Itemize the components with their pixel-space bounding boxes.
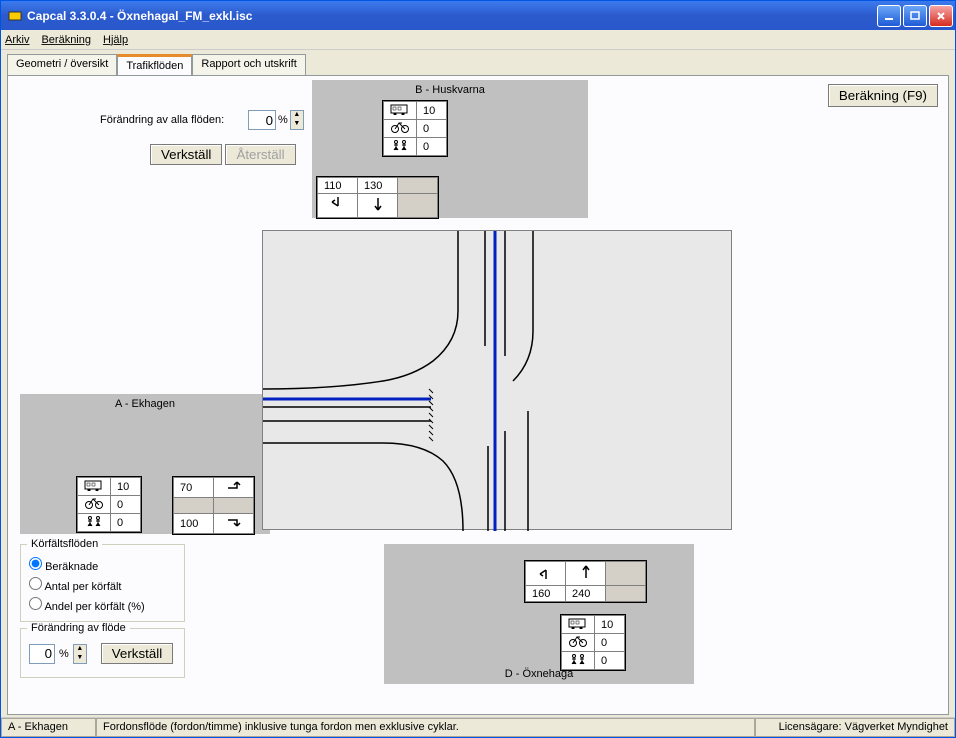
korfalt-group: Körfältsflöden Beräknade Antal per körfä… bbox=[20, 544, 185, 622]
pct-label: % bbox=[59, 648, 69, 660]
status-license: Licensägare: Vägverket Myndighet bbox=[755, 718, 955, 737]
radio-antal[interactable]: Antal per körfält bbox=[21, 575, 184, 595]
menu-hjalp[interactable]: Hjälp bbox=[103, 34, 128, 46]
straight-icon bbox=[566, 562, 606, 586]
flow-change-spinner[interactable]: ▲▼ bbox=[290, 110, 304, 130]
tab-panel: Beräkning (F9) Förändring av alla flöden… bbox=[7, 75, 949, 715]
window-title: Capcal 3.3.0.4 - Öxnehagal_FM_exkl.isc bbox=[27, 9, 877, 23]
bike-icon bbox=[384, 120, 417, 138]
forandring-verkstall[interactable]: Verkställ bbox=[101, 643, 173, 664]
approach-d-bus[interactable]: 10 bbox=[595, 616, 625, 634]
approach-b-title: B - Huskvarna bbox=[415, 84, 485, 96]
forandring-title: Förändring av flöde bbox=[27, 622, 130, 634]
approach-a-flow-table: 70 100 bbox=[172, 476, 255, 535]
approach-d-flow2[interactable]: 240 bbox=[566, 586, 606, 602]
approach-d-ped[interactable]: 0 bbox=[595, 652, 625, 670]
approach-b: B - Huskvarna 10 0 0 110130 bbox=[312, 80, 588, 218]
bike-icon bbox=[562, 634, 595, 652]
flow-change-label: Förändring av alla flöden: bbox=[100, 114, 224, 126]
close-button[interactable] bbox=[929, 5, 953, 27]
tab-trafikfloden[interactable]: Trafikflöden bbox=[117, 54, 192, 75]
approach-d-flow1[interactable]: 160 bbox=[526, 586, 566, 602]
ped-icon bbox=[384, 138, 417, 156]
approach-b-mode-table: 10 0 0 bbox=[382, 100, 448, 157]
pct-label: % bbox=[278, 114, 288, 126]
left-turn-icon bbox=[214, 478, 254, 498]
approach-a-mode-table: 10 0 0 bbox=[76, 476, 142, 533]
verkstall-button[interactable]: Verkställ bbox=[150, 144, 222, 165]
bus-icon bbox=[384, 102, 417, 120]
calc-button[interactable]: Beräkning (F9) bbox=[828, 84, 938, 107]
app-icon bbox=[7, 8, 23, 24]
approach-a-bike[interactable]: 0 bbox=[111, 496, 141, 514]
approach-b-bus[interactable]: 10 bbox=[417, 102, 447, 120]
radio-andel[interactable]: Andel per körfält (%) bbox=[21, 595, 184, 615]
ped-icon bbox=[562, 652, 595, 670]
right-turn-icon bbox=[214, 514, 254, 534]
bus-icon bbox=[562, 616, 595, 634]
maximize-button[interactable] bbox=[903, 5, 927, 27]
minimize-button[interactable] bbox=[877, 5, 901, 27]
straight-icon bbox=[358, 194, 398, 218]
bike-icon bbox=[78, 496, 111, 514]
menu-berakning[interactable]: Beräkning bbox=[41, 34, 91, 46]
approach-b-flow-table: 110130 bbox=[316, 176, 439, 219]
approach-d: D - Öxnehaga 160240 10 0 0 bbox=[384, 544, 694, 684]
approach-b-bike[interactable]: 0 bbox=[417, 120, 447, 138]
menubar: Arkiv Beräkning Hjälp bbox=[1, 30, 955, 50]
approach-a-title: A - Ekhagen bbox=[115, 398, 175, 410]
approach-a-flow2[interactable]: 100 bbox=[174, 514, 214, 534]
left-turn-icon bbox=[318, 194, 358, 218]
approach-b-flow2[interactable]: 130 bbox=[358, 178, 398, 194]
approach-d-mode-table: 10 0 0 bbox=[560, 614, 626, 671]
approach-a-ped[interactable]: 0 bbox=[111, 514, 141, 532]
approach-b-ped[interactable]: 0 bbox=[417, 138, 447, 156]
approach-a-bus[interactable]: 10 bbox=[111, 478, 141, 496]
forandring-group: Förändring av flöde % ▲▼ Verkställ bbox=[20, 628, 185, 678]
intersection-diagram bbox=[262, 230, 732, 530]
forandring-spinner[interactable]: ▲▼ bbox=[73, 644, 87, 664]
ped-icon bbox=[78, 514, 111, 532]
forandring-input[interactable] bbox=[29, 644, 55, 664]
tab-geometri[interactable]: Geometri / översikt bbox=[7, 54, 117, 75]
approach-a-flow1[interactable]: 70 bbox=[174, 478, 214, 498]
statusbar: A - Ekhagen Fordonsflöde (fordon/timme) … bbox=[1, 717, 955, 737]
approach-d-flow-table: 160240 bbox=[524, 560, 647, 603]
bus-icon bbox=[78, 478, 111, 496]
status-description: Fordonsflöde (fordon/timme) inklusive tu… bbox=[96, 718, 755, 737]
radio-beraknade[interactable]: Beräknade bbox=[21, 555, 184, 575]
approach-b-flow1[interactable]: 110 bbox=[318, 178, 358, 194]
titlebar: Capcal 3.3.0.4 - Öxnehagal_FM_exkl.isc bbox=[1, 1, 955, 30]
approach-a: A - Ekhagen 10 0 0 70 100 bbox=[20, 394, 270, 534]
status-approach: A - Ekhagen bbox=[1, 718, 96, 737]
menu-arkiv[interactable]: Arkiv bbox=[5, 34, 29, 46]
tab-rapport[interactable]: Rapport och utskrift bbox=[192, 54, 305, 75]
flow-change-group: Förändring av alla flöden: % ▲▼ Verkstäl… bbox=[20, 96, 300, 156]
approach-d-bike[interactable]: 0 bbox=[595, 634, 625, 652]
left-turn-icon bbox=[526, 562, 566, 586]
flow-change-input[interactable] bbox=[248, 110, 276, 130]
aterstall-button[interactable]: Återställ bbox=[225, 144, 295, 165]
tab-strip: Geometri / översikt Trafikflöden Rapport… bbox=[7, 54, 955, 75]
korfalt-title: Körfältsflöden bbox=[27, 538, 102, 550]
